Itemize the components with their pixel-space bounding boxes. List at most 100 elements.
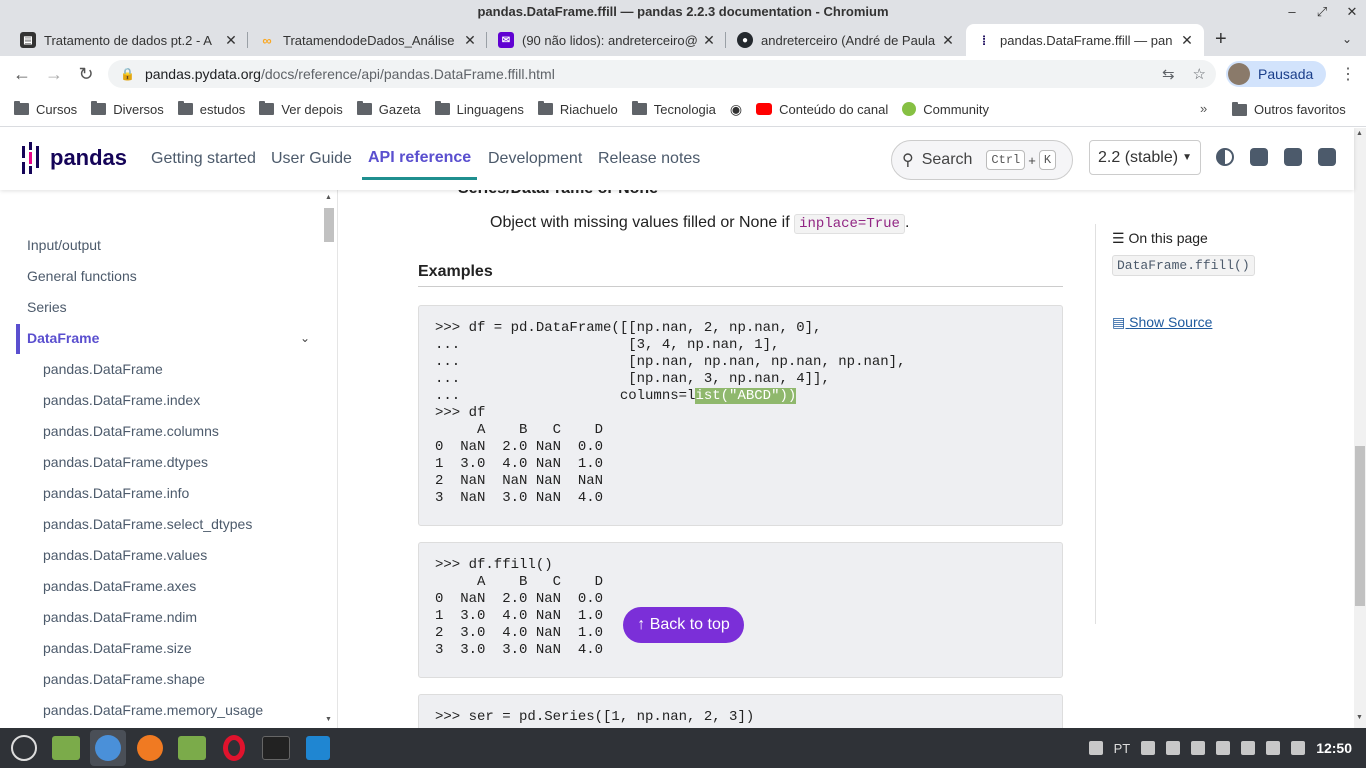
clock[interactable]: 12:50 (1316, 740, 1352, 756)
sound-icon[interactable] (1266, 741, 1281, 755)
close-icon[interactable]: ✕ (702, 32, 716, 49)
bookmark-globe[interactable]: ◉ (730, 101, 742, 118)
sidebar-item-input-output[interactable]: Input/output (27, 237, 101, 253)
keyboard-layout[interactable]: PT (1114, 741, 1131, 756)
translate-icon[interactable]: ⇆ (1162, 65, 1175, 83)
version-switcher[interactable]: 2.2 (stable) ▼ (1089, 140, 1201, 175)
tab-1[interactable]: ∞ TratamendodeDados_Análise ✕ (249, 24, 487, 56)
toc-item-dataframe-ffill[interactable]: DataFrame.ffill() (1112, 255, 1255, 276)
reload-icon[interactable]: ↻ (70, 64, 102, 85)
github-icon: ● (737, 32, 753, 48)
tab-search-icon[interactable]: ⌄ (1342, 32, 1352, 46)
tab-3[interactable]: ● andreterceiro (André de Paula ✕ (727, 24, 965, 56)
minimize-icon[interactable]: – (1284, 0, 1300, 24)
terminal-icon[interactable] (258, 730, 294, 766)
folder-icon (631, 101, 647, 115)
tab-4-active[interactable]: ⁞ pandas.DataFrame.ffill — pan ✕ (966, 24, 1204, 56)
back-icon[interactable]: ← (6, 64, 38, 85)
github-icon[interactable] (1250, 148, 1268, 166)
network-manager-icon[interactable] (1088, 741, 1103, 755)
mastodon-icon[interactable] (1318, 148, 1336, 166)
firefox-icon[interactable] (132, 730, 168, 766)
menu-icon[interactable] (6, 730, 42, 766)
kbd-plus: + (1028, 152, 1036, 168)
sidebar-subitem[interactable]: pandas.DataFrame.axes (43, 578, 196, 594)
tab-2[interactable]: ✉ (90 não lidos): andreterceiro@ ✕ (488, 24, 726, 56)
nav-getting-started[interactable]: Getting started (151, 150, 256, 168)
sidebar-subitem[interactable]: pandas.DataFrame (43, 361, 163, 377)
files-icon[interactable] (174, 730, 210, 766)
sidebar-subitem[interactable]: pandas.DataFrame.values (43, 547, 207, 563)
pandas-logo[interactable]: pandas (20, 142, 127, 174)
page-scroll-thumb[interactable] (1355, 446, 1365, 606)
sidebar-subitem[interactable]: pandas.DataFrame.ndim (43, 609, 197, 625)
close-icon[interactable]: ✕ (463, 32, 477, 49)
bookmark-estudos[interactable]: estudos (177, 101, 245, 117)
bookmark-gazeta[interactable]: Gazeta (356, 101, 421, 117)
tab-0[interactable]: ▤ Tratamento de dados pt.2 - A ✕ (10, 24, 248, 56)
forward-icon[interactable]: → (38, 64, 70, 85)
profile-button[interactable]: Pausada (1226, 61, 1326, 87)
scroll-down-icon[interactable]: ▼ (325, 716, 332, 723)
opera-icon[interactable] (216, 730, 252, 766)
sidebar-item-dataframe[interactable]: DataFrame (27, 330, 99, 346)
window-titlebar: pandas.DataFrame.ffill — pandas 2.2.3 do… (0, 0, 1366, 24)
sidebar-scroll-thumb[interactable] (324, 208, 334, 242)
printer-icon[interactable] (1216, 741, 1231, 755)
wifi-icon[interactable] (1241, 741, 1256, 755)
nav-api-reference[interactable]: API reference (361, 149, 478, 180)
vscode-icon[interactable] (300, 730, 336, 766)
close-icon[interactable]: ✕ (1180, 32, 1194, 49)
address-bar[interactable]: 🔒 pandas.pydata.org/docs/reference/api/p… (108, 60, 1216, 88)
page-scrollbar[interactable]: ▲ ▼ (1354, 128, 1366, 728)
nav-development[interactable]: Development (488, 150, 582, 168)
nav-user-guide[interactable]: User Guide (271, 150, 352, 168)
sidebar-subitem[interactable]: pandas.DataFrame.index (43, 392, 200, 408)
bookmark-riachuelo[interactable]: Riachuelo (537, 101, 618, 117)
bookmark-tecnologia[interactable]: Tecnologia (631, 101, 716, 117)
twitter-icon[interactable] (1284, 148, 1302, 166)
scroll-up-icon[interactable]: ▲ (325, 194, 332, 201)
sidebar-subitem[interactable]: pandas.DataFrame.columns (43, 423, 219, 439)
sidebar-item-series[interactable]: Series (27, 299, 67, 315)
bookmark-linguagens[interactable]: Linguagens (434, 101, 524, 117)
close-icon[interactable]: ✕ (941, 32, 955, 49)
sidebar-subitem[interactable]: pandas.DataFrame.shape (43, 671, 205, 687)
bookmark-star-icon[interactable]: ☆ (1193, 65, 1206, 83)
folder-icon (177, 101, 193, 115)
sidebar-subitem[interactable]: pandas.DataFrame.size (43, 640, 192, 656)
sidebar-subitem[interactable]: pandas.DataFrame.select_dtypes (43, 516, 252, 532)
sidebar-item-general-functions[interactable]: General functions (27, 268, 137, 284)
bookmark-cursos[interactable]: Cursos (14, 101, 77, 117)
close-icon[interactable]: ✕ (224, 32, 238, 49)
bookmark-community[interactable]: Community (902, 102, 989, 117)
scroll-up-icon[interactable]: ▲ (1356, 130, 1363, 137)
bluetooth-icon[interactable] (1141, 741, 1156, 755)
volume-icon[interactable] (1291, 741, 1306, 755)
sidebar-subitem[interactable]: pandas.DataFrame.memory_usage (43, 702, 263, 718)
nav-release-notes[interactable]: Release notes (598, 150, 700, 168)
theme-toggle-icon[interactable] (1216, 148, 1234, 166)
new-tab-icon[interactable]: + (1215, 28, 1227, 51)
close-icon[interactable]: ✕ (1344, 0, 1360, 24)
shield-icon[interactable] (1191, 741, 1206, 755)
restore-icon[interactable]: ⤢ (1314, 0, 1330, 24)
sidebar-subitem[interactable]: pandas.DataFrame.info (43, 485, 189, 501)
back-to-top-button[interactable]: ↑ Back to top (623, 607, 744, 643)
bookmark-outros-favoritos[interactable]: Outros favoritos (1232, 92, 1346, 127)
bookmark-conteudo-do-canal[interactable]: Conteúdo do canal (756, 102, 888, 117)
chromium-icon[interactable] (90, 730, 126, 766)
bookmark-ver-depois[interactable]: Ver depois (259, 101, 343, 117)
clipboard-icon[interactable] (1166, 741, 1181, 755)
files-icon[interactable] (48, 730, 84, 766)
sidebar-subitem[interactable]: pandas.DataFrame.dtypes (43, 454, 208, 470)
bookmarks-more-icon[interactable]: » (1200, 101, 1207, 116)
scroll-down-icon[interactable]: ▼ (1356, 714, 1363, 721)
sidebar-scrollbar[interactable]: ▲ ▼ (323, 194, 335, 728)
menu-kebab-icon[interactable]: ⋮ (1340, 64, 1356, 84)
chevron-down-icon[interactable]: ⌄ (300, 331, 310, 345)
show-source-link[interactable]: ▤ Show Source (1112, 314, 1255, 331)
url-domain: pandas.pydata.org (144, 66, 261, 82)
bookmark-diversos[interactable]: Diversos (91, 101, 164, 117)
search-button[interactable]: ⚲ Search Ctrl + K (891, 140, 1073, 180)
